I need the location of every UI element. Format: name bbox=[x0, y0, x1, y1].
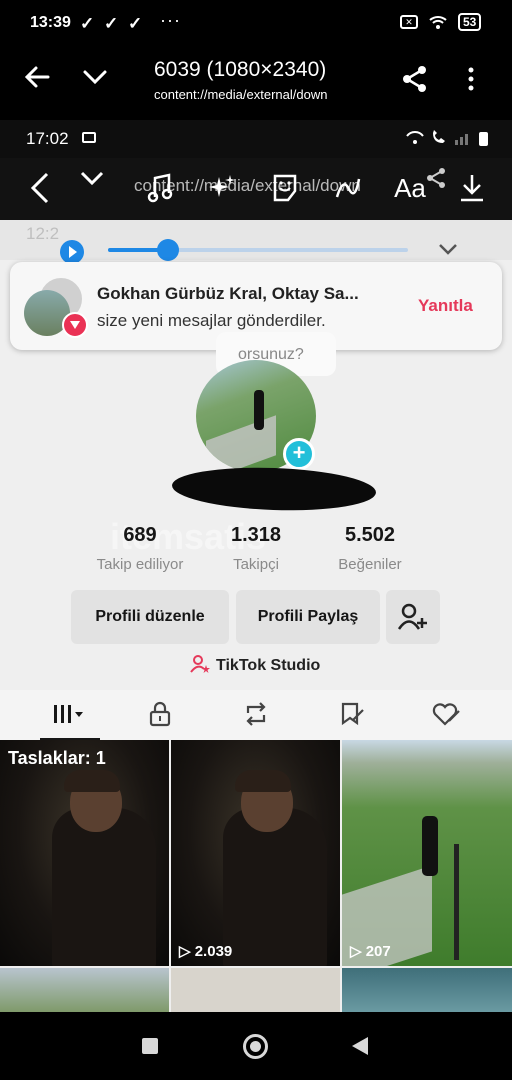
tab-repost-icon[interactable] bbox=[236, 698, 276, 730]
views-count: ▷ 207 bbox=[350, 942, 391, 960]
gallery-icon bbox=[82, 132, 96, 143]
views-value: 2.039 bbox=[194, 943, 233, 960]
music-icon[interactable] bbox=[140, 168, 180, 208]
person-figure bbox=[52, 808, 156, 966]
add-friend-button[interactable] bbox=[386, 590, 440, 644]
views-value: 207 bbox=[365, 943, 391, 960]
tab-grid-icon[interactable] bbox=[48, 698, 88, 730]
check-notification-icon: ✓ bbox=[128, 14, 143, 33]
followers-label: Takipçi bbox=[233, 556, 279, 573]
back-arrow-icon[interactable] bbox=[24, 64, 50, 98]
add-person-icon bbox=[397, 603, 427, 630]
share-icon[interactable] bbox=[400, 64, 430, 99]
image-path: content://media/external/down bbox=[154, 87, 328, 102]
redacted-username bbox=[171, 464, 377, 514]
draft-video-thumbnail[interactable] bbox=[0, 740, 169, 966]
back-icon[interactable] bbox=[20, 168, 60, 208]
player-figure bbox=[422, 816, 438, 876]
seek-handle[interactable] bbox=[157, 239, 179, 261]
inner-status-time: 17:02 bbox=[26, 129, 69, 148]
status-icons: ✕ 53 bbox=[400, 13, 482, 31]
play-icon: ▷ bbox=[179, 943, 191, 960]
following-count[interactable]: 689 bbox=[80, 524, 200, 547]
more-options-icon[interactable] bbox=[464, 64, 478, 99]
share-ghost-icon bbox=[416, 158, 456, 198]
back-triangle-icon[interactable] bbox=[352, 1037, 368, 1055]
chevron-down-icon[interactable] bbox=[438, 242, 458, 261]
silent-icon: ✕ bbox=[400, 15, 418, 29]
editor-toolbar: content://media/external/down Aa bbox=[0, 158, 512, 220]
recents-icon[interactable] bbox=[142, 1038, 158, 1054]
chevron-down-icon[interactable] bbox=[80, 62, 110, 97]
tab-favorites-icon[interactable] bbox=[332, 698, 372, 730]
likes-label: Beğeniler bbox=[338, 556, 402, 573]
edit-profile-button[interactable]: Profili düzenle bbox=[71, 590, 229, 644]
inner-status-icons bbox=[405, 129, 495, 150]
more-notifications-icon: ··· bbox=[160, 10, 181, 30]
person-cap bbox=[235, 770, 291, 792]
avatar-fence bbox=[206, 415, 276, 472]
tiktok-studio-link[interactable]: TikTok Studio bbox=[190, 654, 320, 678]
download-icon[interactable] bbox=[452, 168, 492, 208]
reply-button[interactable]: Yanıtla bbox=[418, 296, 473, 316]
fence-post bbox=[454, 844, 459, 960]
check-notification-icon: ✓ bbox=[80, 14, 95, 33]
wifi-icon bbox=[429, 16, 447, 29]
avatar-figure bbox=[254, 390, 264, 430]
views-count: ▷ 2.039 bbox=[179, 942, 232, 960]
status-time: 13:39 bbox=[30, 14, 71, 31]
tiktok-studio-label: TikTok Studio bbox=[216, 657, 321, 674]
ghost-time: 12:2 bbox=[26, 224, 60, 243]
notification-title: Gokhan Gürbüz Kral, Oktay Sa... bbox=[97, 284, 359, 303]
screenshot-image: 17:02 content://media/external/down Aa 1… bbox=[0, 120, 512, 1012]
play-icon: ▷ bbox=[350, 943, 362, 960]
check-notification-icon: ✓ bbox=[104, 14, 119, 33]
draw-icon[interactable] bbox=[328, 168, 368, 208]
video-thumbnail[interactable]: ▷ 207 bbox=[342, 740, 512, 966]
person-cap bbox=[64, 770, 120, 792]
add-story-button[interactable]: + bbox=[283, 438, 315, 470]
effects-sparkle-icon[interactable] bbox=[202, 168, 242, 208]
video-thumbnail[interactable] bbox=[342, 968, 512, 1012]
video-thumbnail[interactable] bbox=[0, 968, 169, 1012]
notification-text: size yeni mesajlar gönderdiler. bbox=[97, 311, 326, 330]
tiktok-badge-icon bbox=[62, 312, 88, 338]
tab-liked-icon[interactable] bbox=[426, 698, 466, 730]
battery-icon: 53 bbox=[458, 13, 482, 31]
likes-count[interactable]: 5.502 bbox=[310, 524, 430, 547]
person-star-icon bbox=[190, 654, 210, 678]
image-title: 6039 (1080×2340) bbox=[154, 58, 327, 81]
person-figure bbox=[223, 808, 327, 966]
following-label: Takip ediliyor bbox=[96, 556, 184, 573]
video-thumbnail[interactable] bbox=[171, 968, 340, 1012]
seek-slider[interactable] bbox=[108, 239, 408, 261]
play-button[interactable] bbox=[60, 240, 84, 264]
drafts-label: Taslaklar: 1 bbox=[8, 748, 106, 768]
video-thumbnail[interactable]: ▷ 2.039 bbox=[171, 740, 340, 966]
home-icon[interactable] bbox=[243, 1034, 268, 1059]
followers-count[interactable]: 1.318 bbox=[196, 524, 316, 547]
sticker-icon[interactable] bbox=[265, 168, 305, 208]
share-profile-button[interactable]: Profili Paylaş bbox=[236, 590, 380, 644]
chevron-down-icon[interactable] bbox=[72, 158, 112, 198]
tab-private-lock-icon[interactable] bbox=[140, 698, 180, 730]
